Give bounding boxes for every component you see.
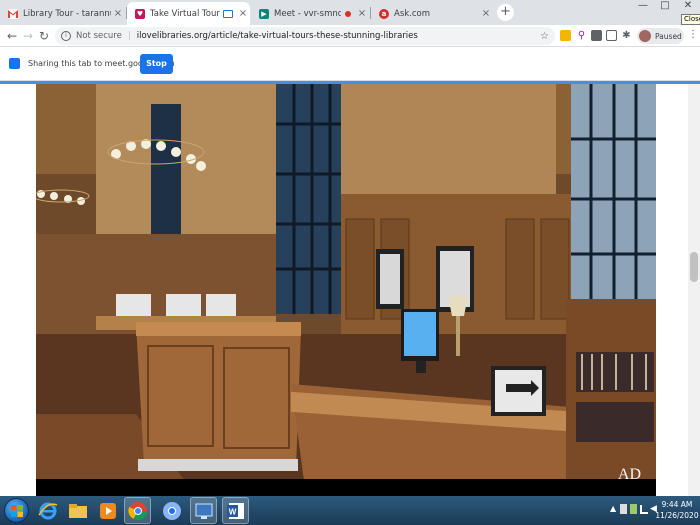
taskbar: W ▲ ◀ 9:44 AM 11/26/2020: [0, 496, 700, 525]
taskbar-network-app[interactable]: [190, 497, 217, 524]
ilovelibraries-icon: ♥: [135, 8, 145, 19]
forward-arrow-icon: →: [22, 29, 34, 43]
menu-kebab-icon[interactable]: ⋮: [688, 29, 698, 40]
profile-button[interactable]: Paused: [637, 28, 684, 44]
tab-library-tour[interactable]: Library Tour - tarannum@theind ×: [0, 2, 125, 25]
extension-icon[interactable]: [560, 30, 571, 41]
taskbar-word[interactable]: W: [222, 497, 249, 524]
close-tab-icon[interactable]: ×: [236, 8, 250, 19]
gmail-icon: [8, 8, 18, 19]
minimize-button[interactable]: —: [634, 0, 652, 14]
show-hidden-icons[interactable]: ▲: [610, 504, 616, 513]
taskbar-chrome[interactable]: [124, 497, 151, 524]
tab-title: Take Virtual Tours of These S: [150, 8, 220, 19]
chrome-icon: [127, 501, 147, 520]
puzzle-icon[interactable]: ✱: [621, 30, 632, 41]
tab-meet[interactable]: ▶ Meet - vvr-smnq-mce ×: [251, 2, 369, 25]
folder-icon: [68, 503, 87, 518]
back-button[interactable]: ←: [5, 28, 19, 44]
meet-icon: ▶: [259, 8, 269, 19]
avatar: [639, 30, 651, 42]
ask-icon: a: [379, 8, 389, 19]
new-tab-button[interactable]: +: [497, 4, 514, 21]
clock-date: 11/26/2020: [655, 511, 699, 520]
tab-ask[interactable]: a Ask.com ×: [371, 2, 493, 25]
close-tab-icon[interactable]: ×: [111, 8, 125, 19]
address-bar[interactable]: i Not secure | ilovelibraries.org/articl…: [55, 27, 555, 45]
profile-status: Paused: [655, 31, 682, 41]
taskbar-file-explorer[interactable]: [64, 497, 91, 524]
reload-icon: ↻: [38, 29, 50, 43]
tab-virtual-tours[interactable]: ♥ Take Virtual Tours of These S ×: [127, 2, 250, 25]
network-icon[interactable]: [640, 505, 648, 514]
flag-icon[interactable]: [620, 504, 627, 514]
close-tab-icon[interactable]: ×: [479, 8, 493, 19]
tab-strip: Library Tour - tarannum@theind × ♥ Take …: [0, 0, 700, 25]
address-separator: |: [127, 31, 131, 41]
library-video[interactable]: AD: [36, 84, 656, 496]
security-status[interactable]: Not secure: [76, 31, 122, 41]
media-player-icon: [99, 502, 116, 519]
tab-title: Library Tour - tarannum@theind: [23, 8, 111, 19]
browser-toolbar: ← → ↻ i Not secure | ilovelibraries.org/…: [0, 25, 700, 47]
notes-extension-icon[interactable]: [591, 30, 602, 41]
maximize-button[interactable]: □: [656, 0, 674, 14]
internet-explorer-icon: [37, 502, 57, 519]
battery-icon[interactable]: [630, 504, 637, 514]
svg-text:W: W: [228, 507, 236, 516]
info-icon[interactable]: i: [61, 31, 71, 41]
screen-share-icon: [9, 58, 20, 69]
reload-button[interactable]: ↻: [37, 28, 51, 44]
system-clock[interactable]: 9:44 AM 11/26/2020: [655, 499, 699, 521]
windows-logo-icon: [11, 505, 23, 517]
back-arrow-icon: ←: [6, 29, 18, 43]
taskbar-internet-explorer[interactable]: [34, 497, 61, 524]
network-monitor-icon: [195, 503, 212, 519]
sharing-infobar: Sharing this tab to meet.google.com Stop: [0, 47, 700, 81]
search-extension-icon[interactable]: ⚲: [576, 30, 587, 41]
taskbar-chrome-profile[interactable]: [158, 497, 185, 524]
recording-icon: [345, 10, 351, 17]
close-tooltip: Close: [681, 14, 700, 25]
start-button[interactable]: [4, 498, 29, 523]
video-watermark: AD: [618, 466, 641, 483]
page-content: AD: [0, 81, 700, 496]
url-text[interactable]: ilovelibraries.org/article/take-virtual-…: [137, 31, 418, 41]
extension-icon[interactable]: [606, 30, 617, 41]
word-icon: W: [226, 502, 244, 519]
tab-title: Meet - vvr-smnq-mce: [274, 8, 341, 19]
clock-time: 9:44 AM: [661, 500, 693, 509]
chrome-canary-icon: [162, 501, 181, 520]
tab-title: Ask.com: [394, 8, 431, 19]
library-interior-image: AD: [36, 84, 656, 496]
stop-sharing-button[interactable]: Stop: [140, 54, 173, 74]
close-window-button[interactable]: ✕: [678, 0, 698, 14]
scrollbar-thumb[interactable]: [690, 252, 698, 282]
vertical-scrollbar[interactable]: [688, 84, 700, 496]
taskbar-media-player[interactable]: [94, 497, 121, 524]
bookmark-star-icon[interactable]: ☆: [540, 31, 549, 42]
forward-button[interactable]: →: [21, 28, 35, 44]
cast-icon: [223, 9, 233, 18]
close-tab-icon[interactable]: ×: [355, 8, 369, 19]
